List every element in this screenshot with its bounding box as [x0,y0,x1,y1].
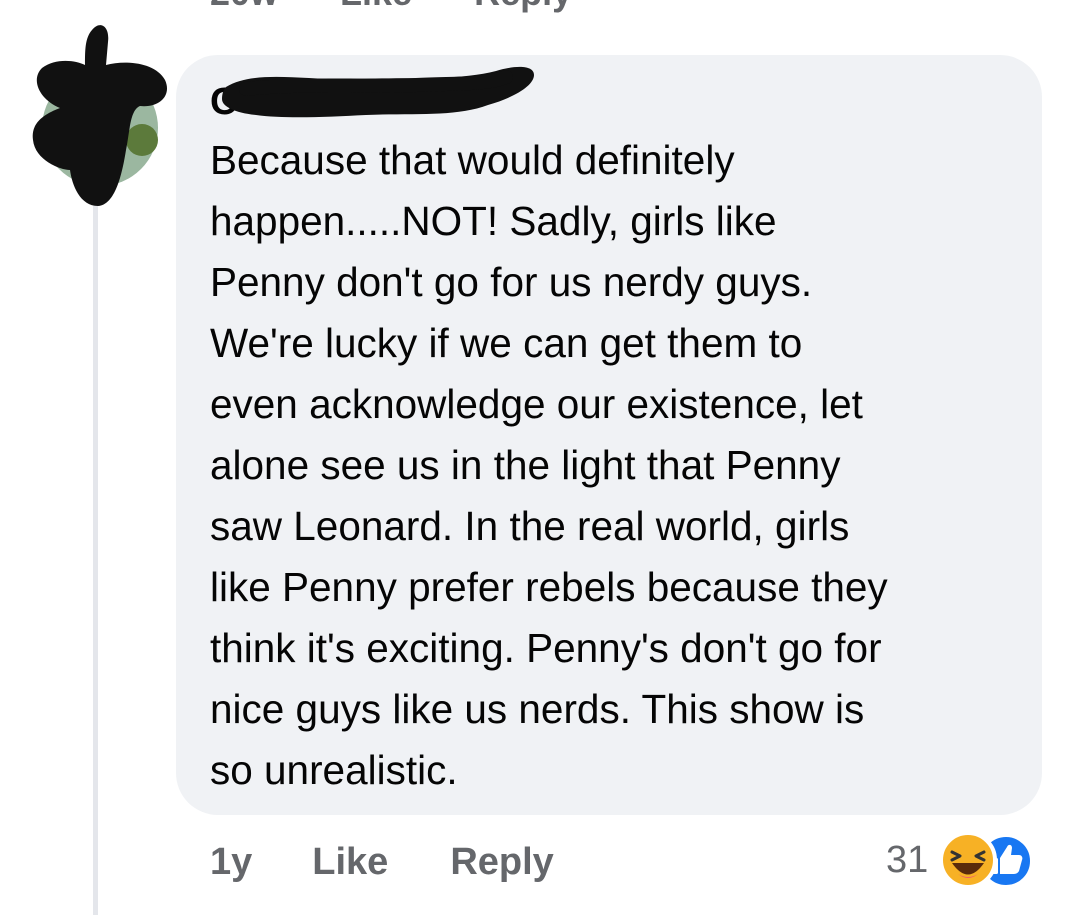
previous-like-button[interactable]: Like [340,0,412,14]
comment-age[interactable]: 1y [210,841,252,884]
comment-bubble: C Because that would definitely happen..… [176,55,1042,815]
reaction-count: 31 [886,838,929,881]
avatar[interactable] [30,20,175,210]
haha-icon [939,831,998,889]
reaction-icons [938,830,1043,890]
redacted-avatar-icon [32,25,168,206]
comment-text: Because that would definitely happen....… [210,137,888,793]
avatar-detail [126,124,158,156]
redacted-name-scribble [222,66,534,118]
comment-actions: 1y Like Reply [210,835,554,889]
like-button[interactable]: Like [312,841,388,884]
previous-comment-age: 20w [210,0,278,14]
previous-reply-button[interactable]: Reply [474,0,572,14]
previous-comment-actions: 20w Like Reply [210,0,572,14]
reaction-summary[interactable]: 31 [886,830,1043,890]
thread-line [93,175,98,915]
reply-button[interactable]: Reply [450,841,553,884]
